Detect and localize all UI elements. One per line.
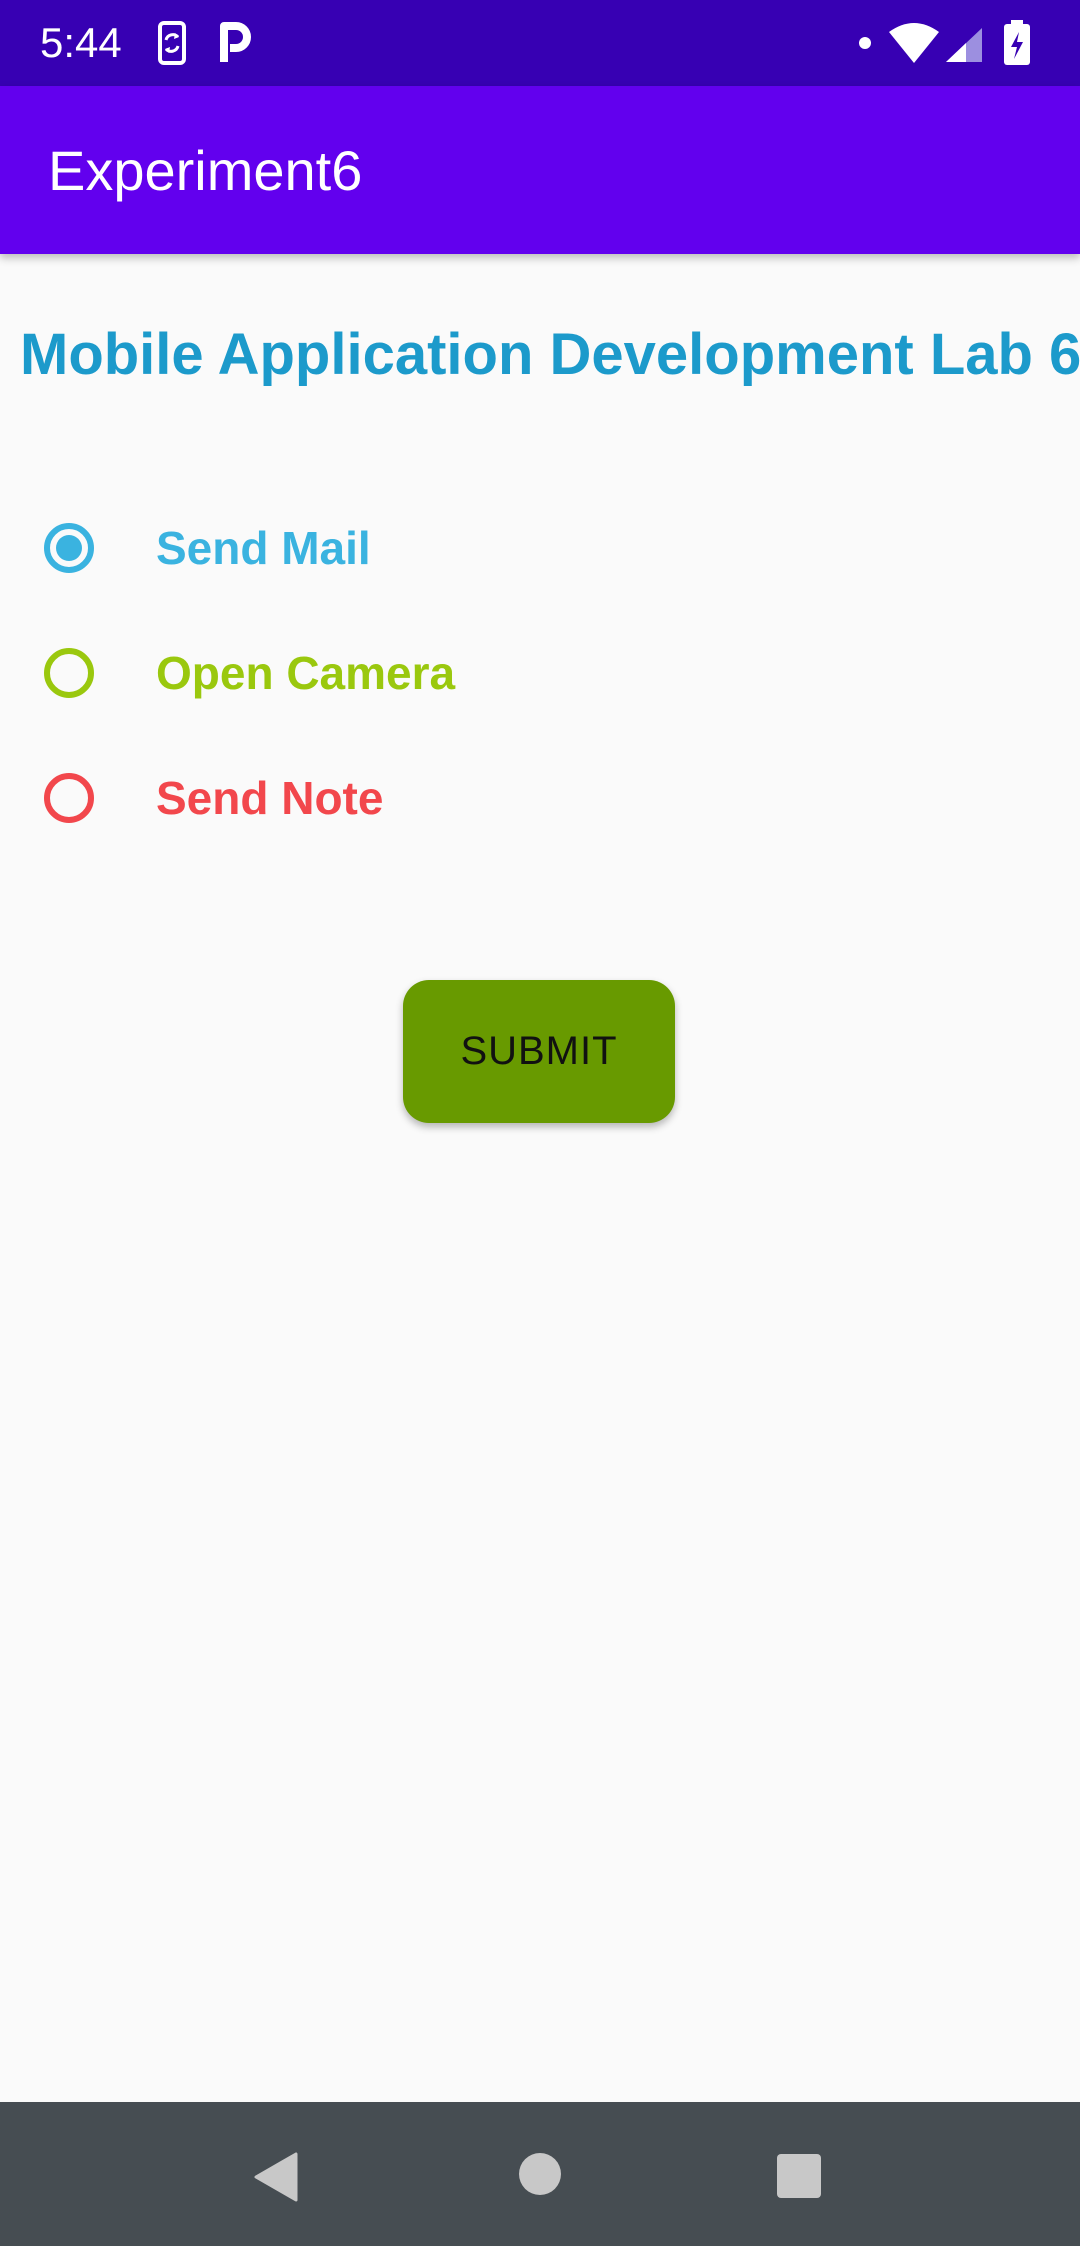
submit-button-label: SUBMIT (460, 1029, 618, 1073)
radio-label-open-camera[interactable]: Open Camera (156, 645, 455, 701)
app-title: Experiment6 (48, 139, 363, 202)
status-time: 5:44 (40, 19, 122, 66)
parking-p-icon (218, 20, 252, 71)
radio-button-open-camera[interactable] (44, 648, 94, 698)
notification-dot-icon (858, 36, 872, 55)
wifi-icon (888, 22, 940, 69)
back-icon[interactable] (252, 2152, 298, 2207)
navigation-bar (0, 2102, 1080, 2246)
page-heading: Mobile Application Development Lab 6 (20, 322, 1080, 387)
radio-option-open-camera[interactable]: Open Camera (44, 633, 455, 713)
recents-icon[interactable] (776, 2153, 822, 2204)
home-icon[interactable] (518, 2152, 562, 2201)
radio-option-send-note[interactable]: Send Note (44, 758, 383, 838)
battery-charging-icon (1002, 20, 1032, 71)
status-bar: 5:44 (0, 0, 1080, 86)
submit-button[interactable]: SUBMIT (403, 980, 675, 1123)
radio-label-send-note[interactable]: Send Note (156, 770, 383, 826)
radio-button-send-mail[interactable] (44, 523, 94, 573)
cell-signal-icon (944, 26, 984, 69)
app-bar: Experiment6 (0, 86, 1080, 254)
radio-option-send-mail[interactable]: Send Mail (44, 508, 371, 588)
radio-button-send-note[interactable] (44, 773, 94, 823)
radio-label-send-mail[interactable]: Send Mail (156, 520, 371, 576)
screen-rotate-icon (155, 20, 191, 71)
